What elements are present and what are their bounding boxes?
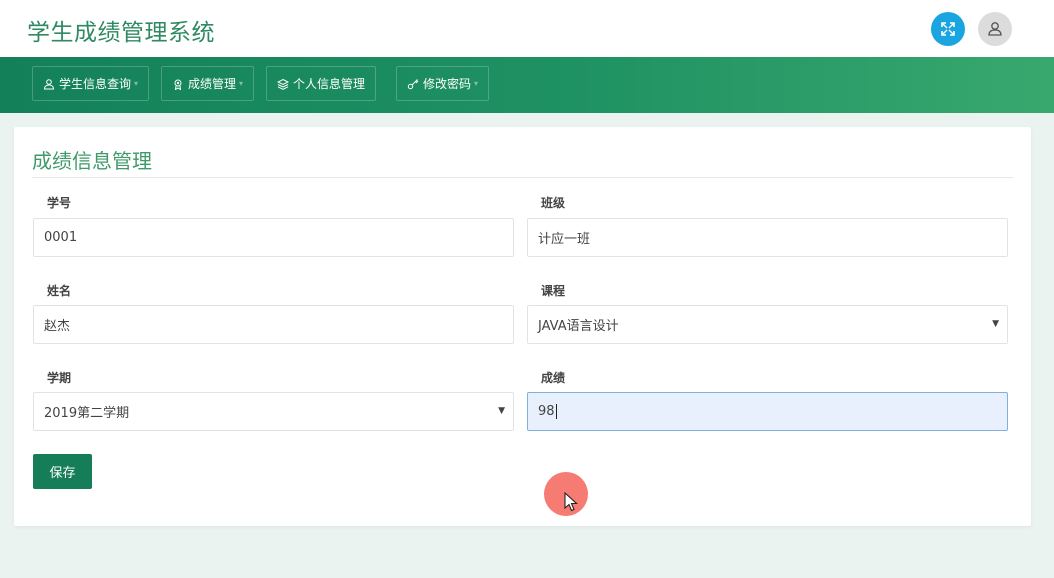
score-label: 成绩	[541, 371, 566, 385]
nav-item-label: 成绩管理	[188, 77, 237, 91]
student-id-input[interactable]	[33, 218, 514, 257]
nav-item-personal-info[interactable]: 个人信息管理	[266, 66, 377, 101]
key-icon	[407, 78, 419, 90]
chevron-down-icon: ▼	[992, 319, 999, 329]
layers-icon	[277, 78, 289, 90]
user-icon	[988, 22, 1002, 36]
score-input[interactable]: 98	[527, 392, 1008, 431]
nav-item-student-query[interactable]: 学生信息查询 ▾	[32, 66, 150, 101]
award-icon	[172, 78, 184, 90]
nav-item-label: 学生信息查询	[59, 77, 132, 91]
course-label: 课程	[541, 284, 566, 298]
chevron-down-icon: ▾	[239, 79, 244, 88]
fullscreen-button[interactable]	[931, 12, 965, 46]
text-cursor	[555, 404, 557, 419]
score-input-value: 98	[538, 404, 555, 419]
nav-item-change-password[interactable]: 修改密码 ▾	[396, 66, 490, 101]
semester-selected-value: 2019第二学期	[44, 406, 130, 421]
app-title: 学生成绩管理系统	[27, 20, 215, 46]
class-input[interactable]	[527, 218, 1008, 257]
semester-label: 学期	[47, 371, 72, 385]
title-divider	[32, 177, 1013, 178]
mouse-pointer-icon	[564, 492, 578, 512]
app-header: 学生成绩管理系统	[0, 0, 1054, 57]
save-button[interactable]: 保存	[33, 454, 92, 489]
semester-select[interactable]: 2019第二学期 ▼	[33, 392, 514, 431]
main-nav: 学生信息查询 ▾ 成绩管理 ▾ 个人信息管理 修改密码 ▾	[0, 57, 1054, 113]
course-select[interactable]: JAVA语言设计 ▼	[527, 305, 1008, 344]
page-title: 成绩信息管理	[32, 149, 152, 173]
chevron-down-icon: ▾	[134, 79, 139, 88]
fullscreen-icon	[941, 22, 955, 36]
chevron-down-icon: ▾	[474, 79, 479, 88]
name-label: 姓名	[47, 284, 72, 298]
class-label: 班级	[541, 196, 566, 210]
user-menu-button[interactable]	[978, 12, 1012, 46]
course-selected-value: JAVA语言设计	[538, 319, 619, 334]
nav-item-label: 修改密码	[423, 77, 472, 91]
nav-item-label: 个人信息管理	[293, 77, 366, 91]
nav-item-score-management[interactable]: 成绩管理 ▾	[161, 66, 255, 101]
name-input[interactable]	[33, 305, 514, 344]
user-icon	[43, 78, 55, 90]
student-id-label: 学号	[47, 196, 72, 210]
chevron-down-icon: ▼	[498, 406, 505, 416]
score-form-panel: 成绩信息管理 学号 班级 姓名 课程 JAVA语言设计 ▼ 学期 2019第二学…	[14, 127, 1031, 526]
